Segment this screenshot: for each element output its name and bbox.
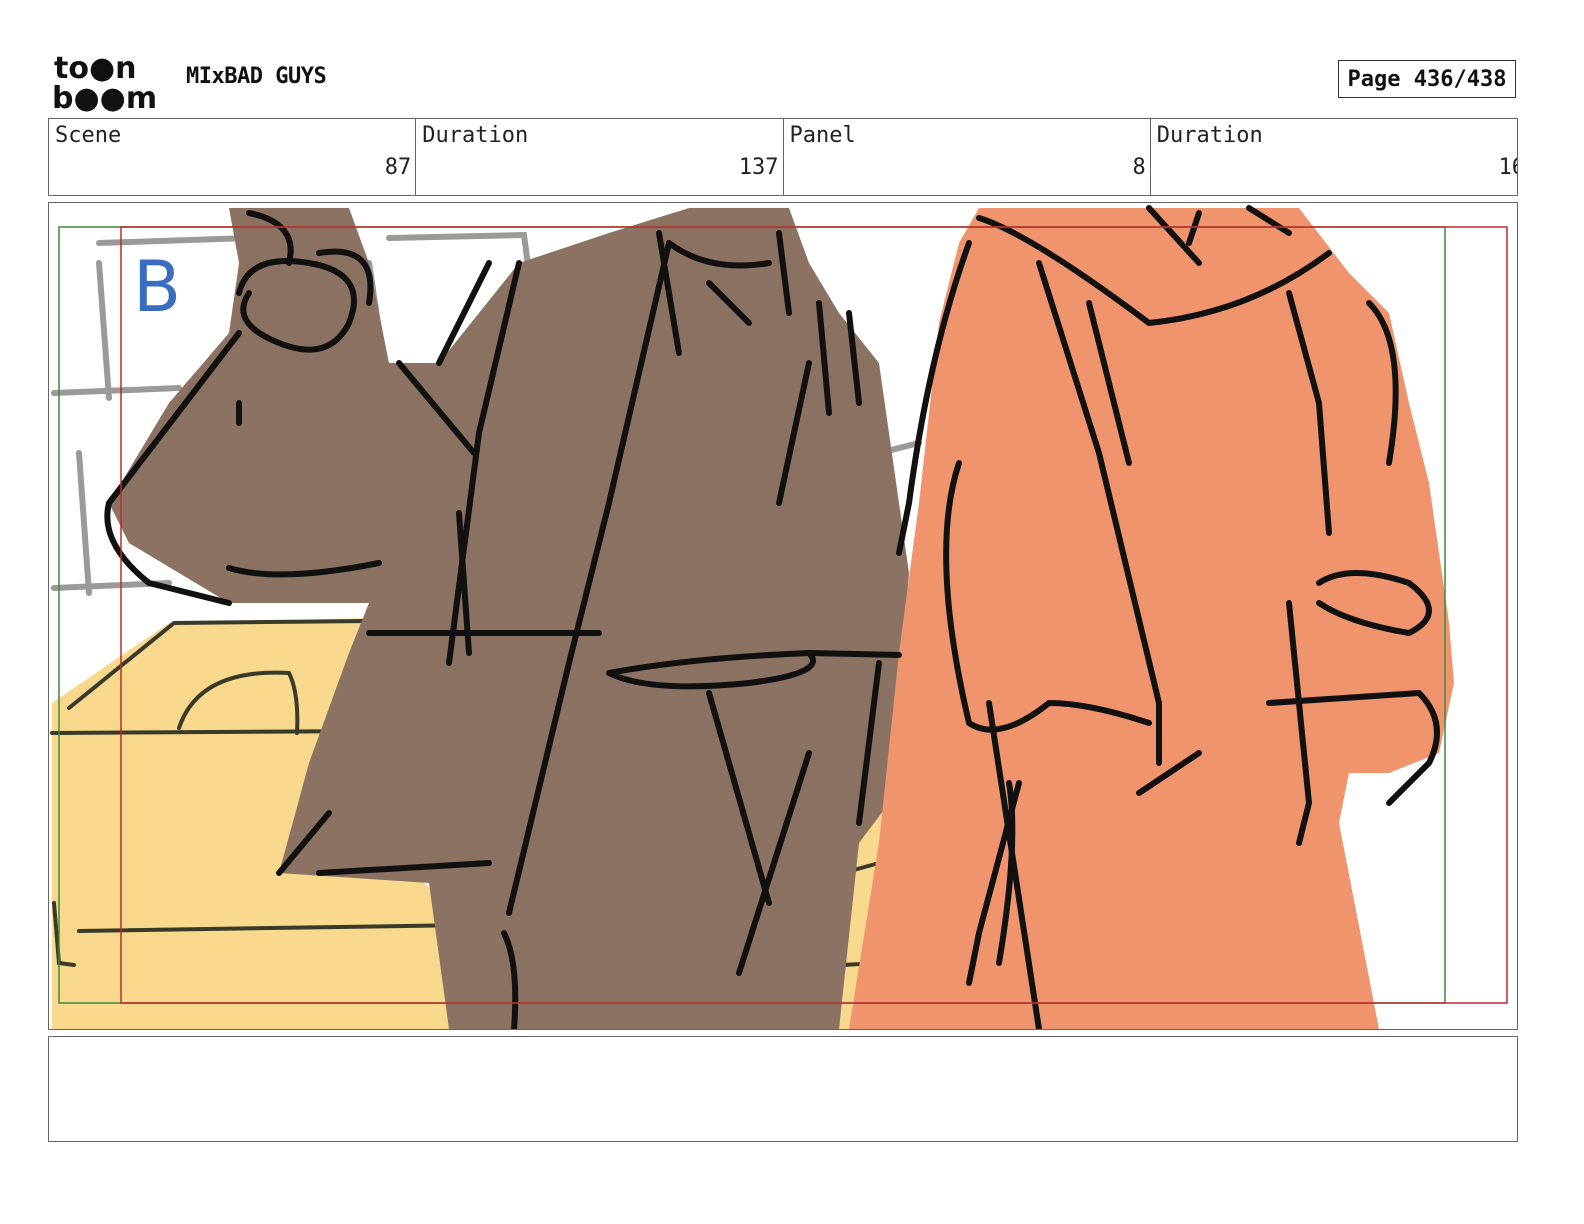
panel-cell: Panel 8 (784, 119, 1151, 195)
scene-value: 87 (384, 155, 412, 180)
panel-drawing: B (50, 205, 1508, 1029)
scene-duration-cell: Duration 137 (416, 119, 784, 195)
scene-duration-label: Duration (422, 123, 529, 148)
panel-value: 8 (1132, 155, 1146, 180)
logo-bottom-text: b●●m (52, 81, 157, 112)
panel-duration-cell: Duration 16 (1151, 119, 1517, 195)
scene-label: Scene (55, 123, 122, 148)
info-table: Scene 87 Duration 137 Panel 8 Duration 1… (48, 118, 1518, 196)
storyboard-panel: B (48, 202, 1518, 1030)
scene-duration-value: 137 (738, 155, 779, 180)
notes-text (49, 1037, 1517, 1053)
panel-label: Panel (789, 123, 856, 148)
toonboom-logo: to●n b●●m (52, 52, 164, 112)
notes-box[interactable] (48, 1036, 1518, 1142)
scene-cell: Scene 87 (49, 119, 417, 195)
project-title: MIxBAD GUYS (186, 64, 327, 89)
panel-duration-value: 16 (1498, 155, 1518, 180)
page-number: Page 436/438 (1338, 60, 1516, 98)
panel-letter: B (133, 246, 181, 328)
panel-duration-label: Duration (1156, 123, 1263, 148)
